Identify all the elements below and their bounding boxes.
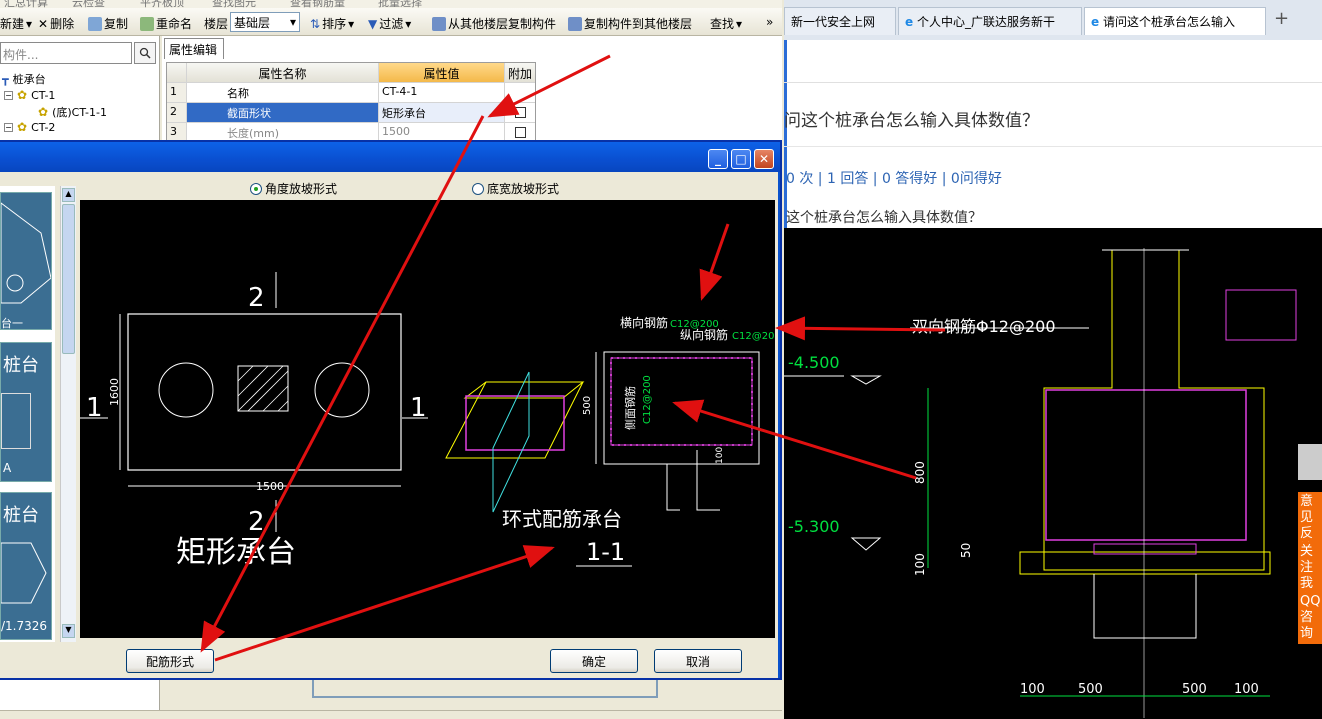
annotation-arrow: [699, 223, 730, 301]
annotation-arrow: [672, 399, 917, 480]
annotation-arrow: [775, 316, 946, 341]
annotation-arrow: [487, 54, 611, 118]
annotation-arrow: [214, 545, 555, 662]
annotation-overlay: [200, 54, 946, 662]
annotation-arrow: [200, 115, 485, 653]
